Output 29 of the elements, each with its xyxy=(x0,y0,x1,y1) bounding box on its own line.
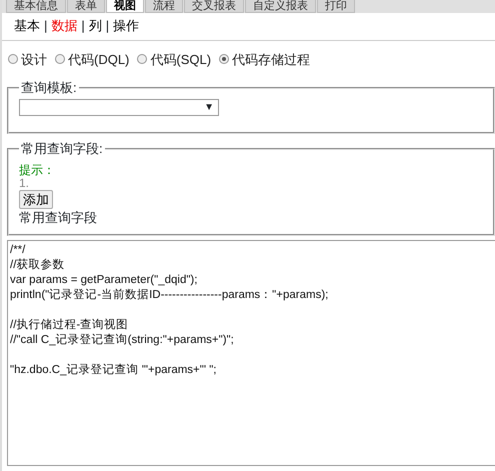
tab[interactable]: 流程 xyxy=(145,0,183,13)
tab[interactable]: 交叉报表 xyxy=(184,0,244,13)
group-legend: 查询模板: xyxy=(19,81,79,96)
hint-label: 提示： xyxy=(19,164,56,177)
radio-button[interactable] xyxy=(55,54,65,64)
code-editor[interactable]: /**/ //获取参数 var params = getParameter("_dqid"); println("记录登记-当前数据ID----------------params："+params); //执行储过程-查询视图 //"call C_记录登记查询(string:"+params+")"; "hz.dbo.C_记录登记查询 '"+params+"' "; xyxy=(7,240,495,466)
radio-button[interactable] xyxy=(8,54,18,64)
tab[interactable]: 自定义报表 xyxy=(245,0,316,13)
separator: | xyxy=(81,17,85,35)
radio-label: 代码存储过程 xyxy=(232,50,310,68)
add-button[interactable]: 添加 xyxy=(19,190,53,209)
sub-tab[interactable]: 操作 xyxy=(113,16,140,36)
radio-label: 代码(DQL) xyxy=(68,50,130,69)
sub-tab[interactable]: 基本 xyxy=(14,16,40,36)
radio-button[interactable] xyxy=(219,54,230,64)
tab[interactable]: 打印 xyxy=(317,0,355,13)
fields-caption: 常用查询字段 xyxy=(19,208,98,226)
sub-tab[interactable]: 列 xyxy=(88,16,102,36)
radio-button[interactable] xyxy=(137,54,148,64)
tab[interactable]: 基本信息 xyxy=(6,0,66,13)
separator: | xyxy=(44,17,48,35)
hint-item: 1. xyxy=(19,176,30,190)
group-legend: 常用查询字段: xyxy=(19,142,105,157)
separator: | xyxy=(106,17,110,35)
template-select[interactable]: ▼ xyxy=(19,99,219,116)
radio-label: 代码(SQL) xyxy=(150,50,212,69)
radio-label: 设计 xyxy=(21,50,47,68)
tab[interactable]: 表单 xyxy=(67,0,105,13)
sub-tab[interactable]: 数据 xyxy=(51,16,78,36)
